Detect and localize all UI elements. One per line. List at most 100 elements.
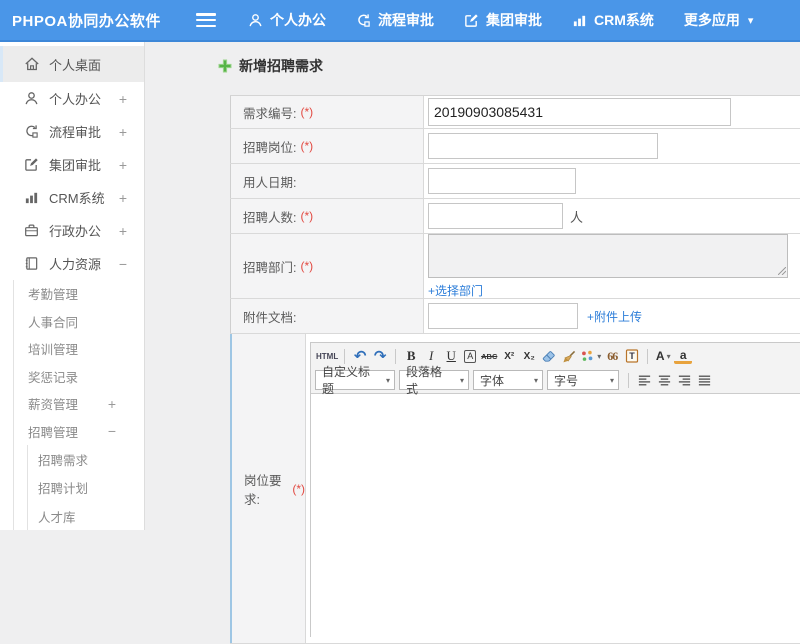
sidebar-item-recruit-demand[interactable]: 招聘需求 (28, 445, 144, 474)
sidebar-label: 人事合同 (28, 315, 79, 330)
edit-icon (465, 13, 478, 27)
recruitment-submenu: 招聘需求 招聘计划 人才库 (27, 445, 144, 530)
subscript-button[interactable]: X₂ (520, 346, 538, 366)
required-mark: (*) (300, 139, 314, 153)
bar-chart-icon (24, 190, 40, 206)
sidebar-label: 流程审批 (49, 125, 102, 140)
nav-label: 集团审批 (486, 12, 542, 28)
sidebar-item-recruit-plan[interactable]: 招聘计划 (28, 474, 144, 503)
align-right-icon[interactable] (675, 370, 693, 390)
sidebar-item-hr-contract[interactable]: 人事合同 (14, 308, 144, 336)
page-title: 新增招聘需求 (218, 56, 323, 76)
superscript-button[interactable]: X² (500, 346, 518, 366)
select-department-link[interactable]: +选择部门 (428, 282, 483, 299)
sidebar-item-group-approval[interactable]: 集团审批 + (0, 148, 144, 181)
blockquote-button[interactable]: 66 (603, 346, 621, 366)
sidebar: 个人桌面 个人办公 + 流程审批 + 集团审批 + CRM系统 + 行政办公 +… (0, 42, 145, 530)
sidebar-item-workflow-approval[interactable]: 流程审批 + (0, 115, 144, 148)
nav-label: 流程审批 (378, 12, 434, 28)
rich-text-editor: HTML ↶ ↷ B I U A ABC X² X₂ ▾ 66 T A ▾ a … (310, 342, 800, 639)
sidebar-item-desktop[interactable]: 个人桌面 (0, 46, 144, 82)
custom-title-select[interactable]: 自定义标题 ▾ (315, 365, 395, 396)
sidebar-label: 行政办公 (49, 224, 102, 239)
sidebar-item-talent-pool[interactable]: 人才库 (28, 502, 144, 530)
upload-attachment-link[interactable]: +附件上传 (587, 308, 642, 325)
color-palette-icon[interactable]: ▾ (580, 346, 601, 366)
align-center-icon[interactable] (655, 370, 673, 390)
sidebar-label: 招聘管理 (28, 425, 79, 440)
nav-crm-system[interactable]: CRM系统 (572, 10, 654, 30)
nav-workflow-approval[interactable]: 流程审批 (356, 10, 434, 30)
paragraph-format-select[interactable]: 段落格式 ▾ (399, 365, 469, 396)
editor-content-area[interactable] (311, 394, 800, 639)
expand-plus-icon[interactable]: + (119, 91, 127, 107)
top-header: PHPOA协同办公软件 个人办公 流程审批 集团审批 CRM系统 更多应用 ▾ (0, 0, 800, 42)
field-label: 附件文档: (243, 310, 297, 325)
sidebar-label: CRM系统 (49, 191, 105, 206)
highlight-color-button[interactable]: a (674, 348, 693, 364)
sidebar-item-personal-office[interactable]: 个人办公 + (0, 82, 144, 115)
collapse-minus-icon[interactable]: − (119, 256, 127, 272)
hire-date-input[interactable] (428, 168, 576, 194)
remove-format-eraser-icon[interactable] (540, 346, 558, 366)
font-size-select[interactable]: 字号 ▾ (547, 370, 619, 390)
hamburger-menu-icon[interactable] (196, 13, 216, 27)
field-label: 招聘岗位: (243, 140, 297, 155)
position-input[interactable] (428, 133, 658, 159)
nav-personal-office[interactable]: 个人办公 (248, 10, 326, 30)
app-logo: PHPOA协同办公软件 (12, 12, 161, 30)
expand-plus-icon[interactable]: + (119, 223, 127, 239)
font-family-select[interactable]: 字体 ▾ (473, 370, 543, 390)
caret-down-icon: ▾ (459, 375, 464, 385)
expand-plus-icon[interactable]: + (119, 157, 127, 173)
person-icon (24, 91, 40, 107)
caret-down-icon: ▾ (597, 351, 602, 361)
attachment-input[interactable] (428, 303, 578, 329)
headcount-input[interactable] (428, 203, 563, 229)
sidebar-label: 集团审批 (49, 158, 102, 173)
sidebar-item-admin-office[interactable]: 行政办公 + (0, 214, 144, 247)
sidebar-item-hr[interactable]: 人力资源 − (0, 247, 144, 280)
toolbar-separator (647, 348, 649, 364)
sidebar-item-training[interactable]: 培训管理 (14, 335, 144, 363)
field-label: 岗位要求: (244, 473, 282, 507)
sidebar-label: 薪资管理 (28, 398, 79, 413)
nav-group-approval[interactable]: 集团审批 (464, 10, 542, 30)
sidebar-item-rewards[interactable]: 奖惩记录 (14, 363, 144, 391)
sidebar-item-salary[interactable]: 薪资管理 + (14, 390, 144, 418)
form-row-position: 招聘岗位: (*) (230, 129, 800, 164)
align-left-icon[interactable] (635, 370, 653, 390)
unit-person: 人 (570, 209, 584, 225)
paste-clipboard-icon[interactable]: T (623, 346, 641, 366)
sidebar-label: 人力资源 (49, 257, 102, 272)
form-row-date: 用人日期: (230, 164, 800, 199)
sidebar-item-recruitment[interactable]: 招聘管理 − (14, 418, 144, 446)
add-plus-icon (218, 59, 232, 73)
sidebar-label: 个人办公 (49, 92, 102, 107)
sidebar-item-crm[interactable]: CRM系统 + (0, 181, 144, 214)
expand-plus-icon[interactable]: + (119, 190, 127, 206)
align-justify-icon[interactable] (695, 370, 713, 390)
field-label: 招聘部门: (243, 260, 297, 275)
sidebar-label: 奖惩记录 (28, 370, 79, 385)
nav-more-apps[interactable]: 更多应用 ▾ (684, 10, 754, 30)
sidebar-label: 培训管理 (28, 343, 79, 358)
format-brush-icon[interactable] (560, 346, 578, 366)
expand-plus-icon[interactable]: + (119, 124, 127, 140)
demand-code-input[interactable] (428, 98, 731, 126)
toolbar-separator (395, 348, 397, 364)
font-color-button[interactable]: A ▾ (654, 346, 672, 366)
strikethrough-button[interactable]: ABC (480, 346, 498, 366)
expand-plus-icon[interactable]: + (108, 396, 116, 412)
sidebar-item-attendance[interactable]: 考勤管理 (14, 280, 144, 308)
hr-submenu: 考勤管理 人事合同 培训管理 奖惩记录 薪资管理 + 招聘管理 − 招聘需求 招聘计… (13, 280, 144, 530)
department-textarea[interactable] (428, 233, 788, 278)
quick-format-button[interactable]: A (464, 349, 477, 363)
resize-handle-icon[interactable] (778, 266, 786, 275)
form-row-department: 招聘部门: (*) +选择部门 (230, 233, 800, 299)
caret-down-icon: ▾ (747, 14, 754, 27)
briefcase-icon (24, 223, 40, 239)
required-mark: (*) (300, 105, 314, 119)
field-label: 用人日期: (243, 175, 297, 190)
collapse-minus-icon[interactable]: − (108, 423, 116, 439)
